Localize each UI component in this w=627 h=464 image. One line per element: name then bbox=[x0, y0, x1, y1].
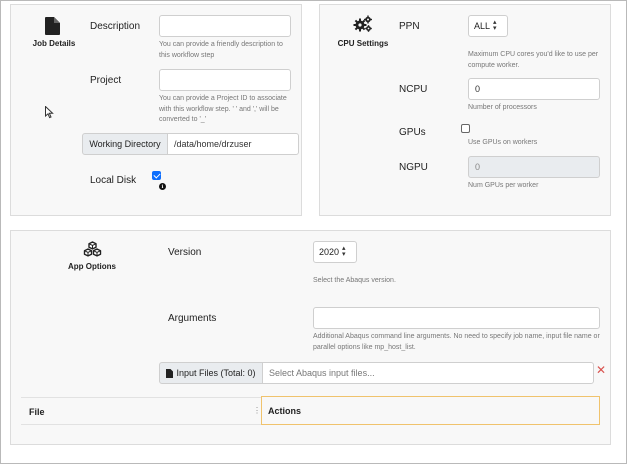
ngpu-help: Num GPUs per worker bbox=[468, 182, 539, 189]
arguments-input[interactable] bbox=[313, 307, 600, 329]
local-disk-label: Local Disk bbox=[90, 175, 137, 186]
ncpu-input[interactable]: 0 bbox=[468, 78, 600, 100]
version-value: 2020 bbox=[319, 247, 340, 257]
ncpu-help: Number of processors bbox=[468, 104, 537, 111]
ncpu-label: NCPU bbox=[399, 84, 428, 95]
arguments-help: Additional Abaqus command line arguments… bbox=[313, 333, 600, 351]
input-files-field[interactable]: Select Abaqus input files... bbox=[262, 362, 594, 384]
sort-caret-icon: ▴ ▾ bbox=[342, 245, 346, 258]
ppn-label: PPN bbox=[399, 21, 420, 32]
version-help: Select the Abaqus version. bbox=[313, 277, 396, 284]
file-icon bbox=[45, 17, 60, 40]
section-title-cpu-settings: CPU Settings bbox=[337, 39, 389, 48]
gears-icon bbox=[353, 15, 373, 38]
section-title-job-details: Job Details bbox=[32, 39, 76, 48]
input-files-button-label: Input Files (Total: 0) bbox=[176, 368, 256, 378]
file-column-header-cell: File ⋮ bbox=[21, 397, 261, 425]
actions-column-header: Actions bbox=[268, 406, 302, 416]
ppn-help: Maximum CPU cores you'd like to use per … bbox=[468, 51, 599, 69]
close-icon[interactable]: ✕ bbox=[596, 364, 606, 376]
version-label: Version bbox=[168, 247, 202, 258]
info-icon[interactable]: i bbox=[159, 183, 166, 190]
column-resize-icon[interactable]: ⋮ bbox=[253, 406, 261, 415]
project-help: You can provide a Project ID to associat… bbox=[159, 95, 287, 123]
ngpu-input: 0 bbox=[468, 156, 600, 178]
description-help: You can provide a friendly description t… bbox=[159, 41, 283, 59]
project-input[interactable] bbox=[159, 69, 291, 91]
app-options-panel: App Options Version 2020 ▴ ▾ Select the A… bbox=[10, 230, 611, 445]
working-directory-input[interactable]: /data/home/drzuser bbox=[167, 133, 299, 155]
description-label: Description bbox=[90, 21, 141, 32]
sort-caret-icon: ▴ ▾ bbox=[493, 19, 497, 32]
file-icon bbox=[166, 368, 174, 378]
working-directory-label: Working Directory bbox=[82, 133, 168, 155]
ngpu-label: NGPU bbox=[399, 162, 428, 173]
gpus-checkbox[interactable] bbox=[461, 124, 470, 133]
mouse-cursor-icon bbox=[45, 106, 54, 119]
gpus-help: Use GPUs on workers bbox=[468, 139, 538, 146]
ppn-select[interactable]: ALL ▴ ▾ bbox=[468, 15, 508, 37]
version-select[interactable]: 2020 ▴ ▾ bbox=[313, 241, 357, 263]
ppn-value: ALL bbox=[474, 21, 491, 31]
project-label: Project bbox=[90, 75, 122, 86]
arguments-label: Arguments bbox=[168, 313, 217, 324]
section-title-app-options: App Options bbox=[68, 262, 116, 271]
cpu-settings-panel: CPU Settings PPN ALL ▴ ▾ Maximum CPU core… bbox=[319, 4, 611, 216]
gpus-label: GPUs bbox=[399, 127, 426, 138]
local-disk-checkbox[interactable] bbox=[152, 171, 161, 180]
actions-column-header-cell: Actions bbox=[261, 396, 600, 425]
file-column-header: File bbox=[29, 407, 45, 417]
description-input[interactable] bbox=[159, 15, 291, 37]
cubes-icon bbox=[83, 241, 102, 262]
input-files-button[interactable]: Input Files (Total: 0) bbox=[159, 362, 263, 384]
